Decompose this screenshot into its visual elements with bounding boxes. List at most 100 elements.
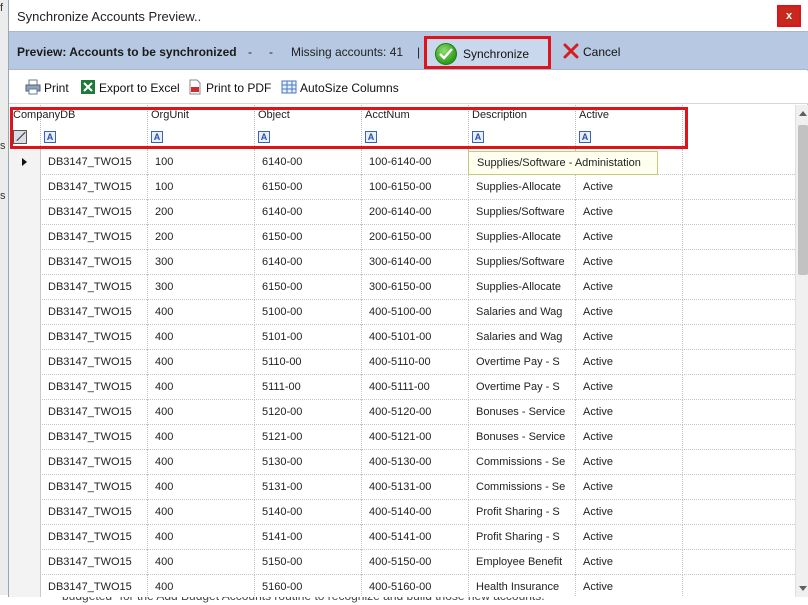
filter-icon[interactable]: A: [472, 131, 484, 143]
cell-object[interactable]: 5141-00: [255, 525, 362, 550]
row-selector[interactable]: [9, 575, 41, 597]
table-row[interactable]: DB3147_TWO15 300 6150-00 300-6150-00 Supplie…: [9, 275, 795, 300]
cell-description[interactable]: Salaries and Wag: [469, 300, 576, 325]
cell-object[interactable]: 5130-00: [255, 450, 362, 475]
cell-description[interactable]: Supplies/Software: [469, 250, 576, 275]
table-row[interactable]: DB3147_TWO15 100 6150-00 100-6150-00 Supplie…: [9, 175, 795, 200]
cell-orgunit[interactable]: 400: [148, 550, 255, 575]
cell-description[interactable]: Overtime Pay - S: [469, 375, 576, 400]
filter-icon[interactable]: A: [151, 131, 163, 143]
cell-companydb[interactable]: DB3147_TWO15: [41, 400, 148, 425]
row-selector[interactable]: [9, 450, 41, 475]
cell-companydb[interactable]: DB3147_TWO15: [41, 475, 148, 500]
cell-description[interactable]: Supplies/Software: [469, 200, 576, 225]
cell-acctnum[interactable]: 400-5101-00: [362, 325, 469, 350]
cell-companydb[interactable]: DB3147_TWO15: [41, 550, 148, 575]
cell-description[interactable]: Commissions - Se: [469, 475, 576, 500]
cell-object[interactable]: 5131-00: [255, 475, 362, 500]
cell-orgunit[interactable]: 400: [148, 325, 255, 350]
table-row[interactable]: DB3147_TWO15 400 5100-00 400-5100-00 Salarie…: [9, 300, 795, 325]
cell-acctnum[interactable]: 200-6140-00: [362, 200, 469, 225]
cell-companydb[interactable]: DB3147_TWO15: [41, 500, 148, 525]
row-selector[interactable]: [9, 425, 41, 450]
column-header-active[interactable]: Active A: [576, 105, 683, 150]
column-header-companydb[interactable]: CompanyDB A: [13, 105, 148, 150]
cell-orgunit[interactable]: 400: [148, 500, 255, 525]
cell-companydb[interactable]: DB3147_TWO15: [41, 375, 148, 400]
cell-acctnum[interactable]: 400-5141-00: [362, 525, 469, 550]
cell-active[interactable]: Active: [576, 575, 683, 597]
row-selector[interactable]: [9, 175, 41, 200]
cell-active[interactable]: Active: [576, 375, 683, 400]
cell-acctnum[interactable]: 100-6150-00: [362, 175, 469, 200]
cell-acctnum[interactable]: 100-6140-00: [362, 150, 469, 175]
cell-object[interactable]: 5121-00: [255, 425, 362, 450]
table-row[interactable]: DB3147_TWO15 100 6140-00 100-6140-00: [9, 150, 795, 175]
table-row[interactable]: DB3147_TWO15 400 5160-00 400-5160-00 Health …: [9, 575, 795, 597]
column-header-description[interactable]: Description A: [469, 105, 576, 150]
cell-companydb[interactable]: DB3147_TWO15: [41, 250, 148, 275]
scroll-down-icon[interactable]: [799, 586, 807, 591]
row-selector[interactable]: [9, 525, 41, 550]
cell-orgunit[interactable]: 400: [148, 425, 255, 450]
cell-orgunit[interactable]: 400: [148, 350, 255, 375]
cell-orgunit[interactable]: 300: [148, 250, 255, 275]
filter-icon[interactable]: A: [44, 131, 56, 143]
cell-companydb[interactable]: DB3147_TWO15: [41, 450, 148, 475]
cell-companydb[interactable]: DB3147_TWO15: [41, 200, 148, 225]
column-header-orgunit[interactable]: OrgUnit A: [148, 105, 255, 150]
cell-companydb[interactable]: DB3147_TWO15: [41, 350, 148, 375]
cell-active[interactable]: Active: [576, 275, 683, 300]
filter-icon[interactable]: A: [579, 131, 591, 143]
column-header-acctnum[interactable]: AcctNum A: [362, 105, 469, 150]
cell-orgunit[interactable]: 400: [148, 400, 255, 425]
row-selector[interactable]: [9, 300, 41, 325]
column-header-object[interactable]: Object A: [255, 105, 362, 150]
cell-orgunit[interactable]: 400: [148, 450, 255, 475]
cell-companydb[interactable]: DB3147_TWO15: [41, 225, 148, 250]
cell-object[interactable]: 5120-00: [255, 400, 362, 425]
cell-active[interactable]: Active: [576, 525, 683, 550]
cell-object[interactable]: 6140-00: [255, 250, 362, 275]
cell-acctnum[interactable]: 400-5121-00: [362, 425, 469, 450]
table-row[interactable]: DB3147_TWO15 400 5121-00 400-5121-00 Bonuses…: [9, 425, 795, 450]
filter-icon[interactable]: A: [365, 131, 377, 143]
clear-filter-icon[interactable]: [13, 130, 27, 144]
cell-object[interactable]: 5140-00: [255, 500, 362, 525]
close-button[interactable]: x: [777, 5, 801, 27]
cell-acctnum[interactable]: 400-5111-00: [362, 375, 469, 400]
cell-companydb[interactable]: DB3147_TWO15: [41, 325, 148, 350]
cell-orgunit[interactable]: 400: [148, 475, 255, 500]
cell-description[interactable]: Profit Sharing - S: [469, 525, 576, 550]
cell-object[interactable]: 6140-00: [255, 200, 362, 225]
cell-companydb[interactable]: DB3147_TWO15: [41, 525, 148, 550]
cell-companydb[interactable]: DB3147_TWO15: [41, 575, 148, 597]
row-selector[interactable]: [9, 150, 41, 175]
cell-orgunit[interactable]: 400: [148, 375, 255, 400]
table-row[interactable]: DB3147_TWO15 400 5130-00 400-5130-00 Commiss…: [9, 450, 795, 475]
row-selector[interactable]: [9, 350, 41, 375]
table-row[interactable]: DB3147_TWO15 400 5120-00 400-5120-00 Bonuses…: [9, 400, 795, 425]
cell-active[interactable]: Active: [576, 300, 683, 325]
cell-active[interactable]: Active: [576, 225, 683, 250]
cell-description[interactable]: Health Insurance: [469, 575, 576, 597]
scroll-thumb[interactable]: [798, 125, 808, 275]
cell-description[interactable]: Bonuses - Service: [469, 425, 576, 450]
vertical-scrollbar[interactable]: [795, 105, 808, 597]
table-row[interactable]: DB3147_TWO15 400 5111-00 400-5111-00 Overtim…: [9, 375, 795, 400]
cell-acctnum[interactable]: 400-5110-00: [362, 350, 469, 375]
row-selector[interactable]: [9, 275, 41, 300]
table-row[interactable]: DB3147_TWO15 200 6140-00 200-6140-00 Supplie…: [9, 200, 795, 225]
row-selector[interactable]: [9, 225, 41, 250]
table-row[interactable]: DB3147_TWO15 400 5150-00 400-5150-00 Employe…: [9, 550, 795, 575]
row-selector[interactable]: [9, 475, 41, 500]
scroll-up-icon[interactable]: [799, 111, 807, 116]
cell-acctnum[interactable]: 400-5140-00: [362, 500, 469, 525]
cell-acctnum[interactable]: 400-5130-00: [362, 450, 469, 475]
cell-object[interactable]: 5111-00: [255, 375, 362, 400]
cell-description[interactable]: Supplies-Allocate: [469, 175, 576, 200]
table-row[interactable]: DB3147_TWO15 400 5140-00 400-5140-00 Profit …: [9, 500, 795, 525]
table-row[interactable]: DB3147_TWO15 400 5141-00 400-5141-00 Profit …: [9, 525, 795, 550]
cell-orgunit[interactable]: 200: [148, 225, 255, 250]
row-selector[interactable]: [9, 375, 41, 400]
